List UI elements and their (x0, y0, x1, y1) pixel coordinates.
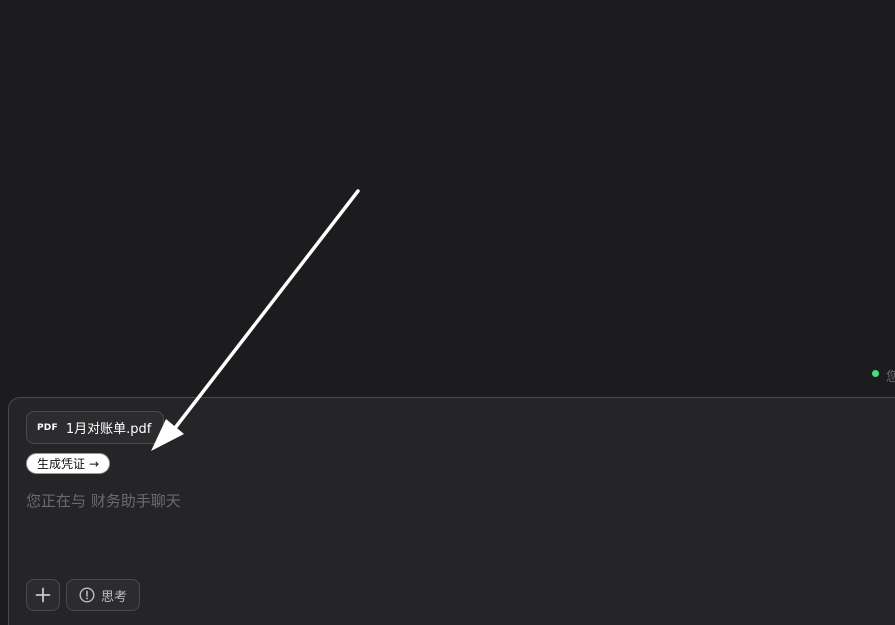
arrow-right-icon: → (89, 456, 100, 471)
generate-voucher-button[interactable]: 生成凭证 → (26, 453, 111, 474)
pdf-file-icon: PDF (37, 422, 58, 433)
attachment-chip[interactable]: PDF 1月对账单.pdf (26, 411, 165, 444)
online-status-dot (872, 370, 879, 377)
attachment-file-name: 1月对账单.pdf (65, 422, 152, 437)
annotation-arrow-shaft (173, 189, 360, 430)
plus-icon (35, 587, 51, 603)
add-button[interactable] (26, 579, 60, 611)
generate-voucher-label: 生成凭证 (37, 457, 86, 471)
status-text: 您 (886, 370, 895, 385)
think-label: 思考 (101, 589, 128, 605)
think-toggle-button[interactable]: 思考 (66, 579, 141, 611)
page: 您 PDF 1月对账单.pdf 生成凭证 → 思考 (0, 0, 895, 625)
chat-input[interactable] (26, 488, 886, 514)
info-circle-icon (79, 587, 95, 603)
chat-composer: PDF 1月对账单.pdf 生成凭证 → 思考 (8, 397, 895, 625)
